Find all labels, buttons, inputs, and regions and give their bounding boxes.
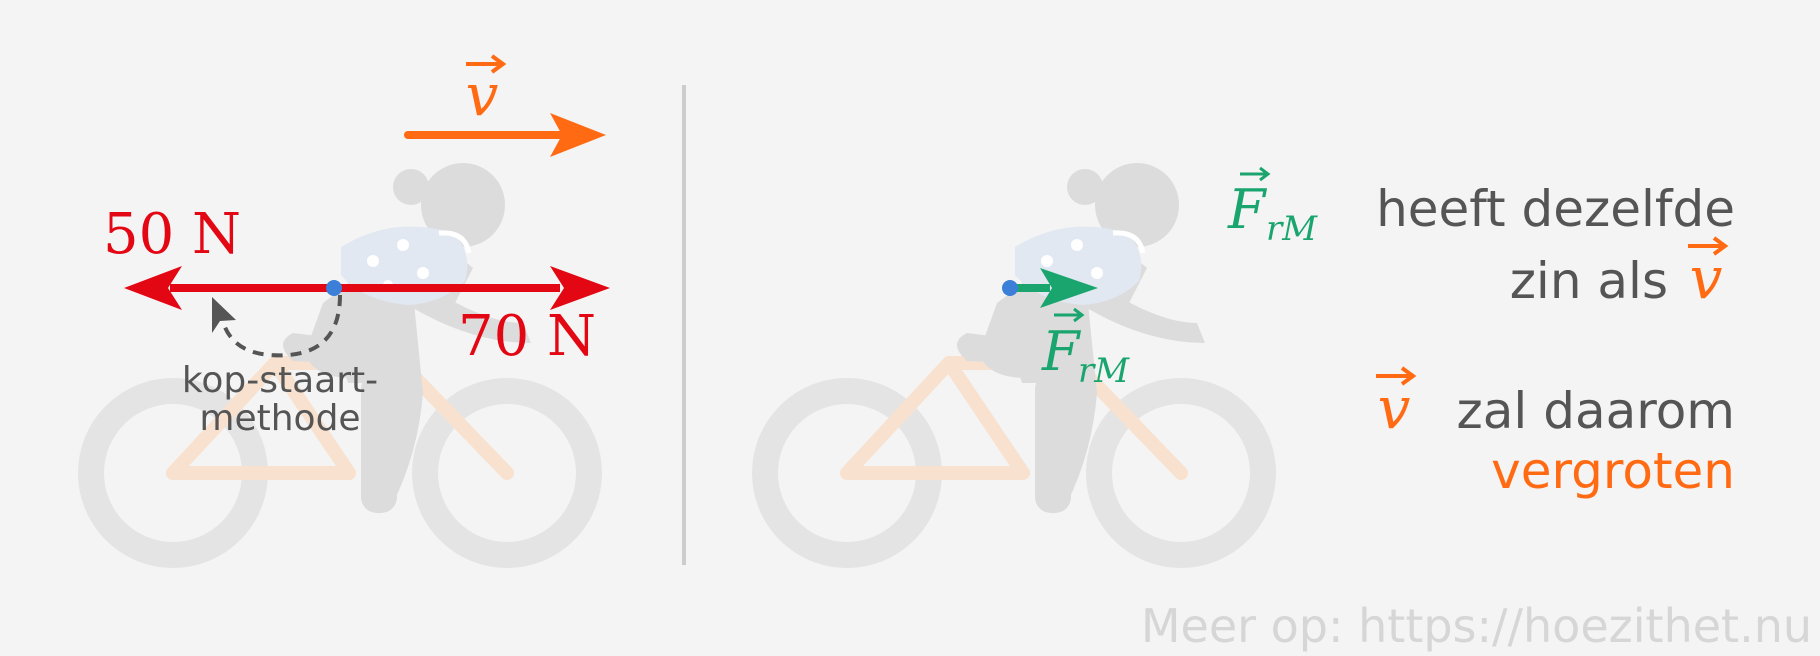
statement1-F: F [1227,178,1268,241]
velocity-label: v [466,54,507,129]
statement1-text-a: heeft dezelfde [1376,180,1735,238]
method-label-line2: methode [199,398,360,439]
diagram-canvas: v 50 N 70 N kop-staart- methode F rM F r… [0,54,1812,653]
method-label-line1: kop-staart- [182,360,378,401]
statement2-v: v [1378,374,1411,442]
statement1-text-b: zin als [1510,252,1668,310]
watermark: Meer op: https://hoezithet.nu [1141,599,1812,653]
application-point-left [326,280,342,296]
svg-text:F: F [1041,320,1082,383]
statement1-sub: rM [1266,209,1318,249]
statement2-text-a: zal daarom [1457,382,1735,440]
cyclist-right [765,163,1263,555]
application-point-right [1002,280,1018,296]
statement2-text-b: vergroten [1491,442,1735,500]
force-label-50N: 50 N [103,202,241,267]
velocity-arrow [404,113,606,157]
cursor-icon [212,297,236,333]
statement-2: v zal daarom vergroten [1376,366,1735,500]
statement1-v: v [1690,244,1723,312]
force-label-70N: 70 N [458,304,596,369]
svg-text:rM: rM [1078,351,1130,391]
statement-1: F rM heeft dezelfde zin als v [1227,166,1735,312]
force-arrow-50N [124,266,334,310]
